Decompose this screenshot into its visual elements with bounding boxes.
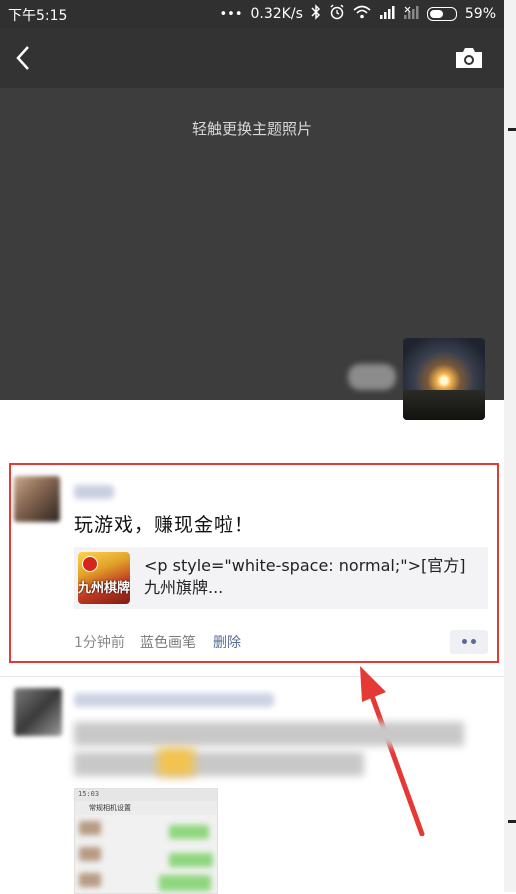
post-time: 1分钟前 [74, 635, 125, 651]
post-image[interactable]: 15:03 常规相机设置 [74, 788, 218, 894]
badge-icon [82, 556, 98, 572]
image-time: 15:03 [78, 790, 100, 798]
post-author-name[interactable] [74, 485, 114, 499]
annotation-arrow [360, 666, 425, 836]
post-text-blurred [74, 752, 364, 776]
chevron-left-icon[interactable] [14, 44, 32, 72]
avatar-horizon [403, 390, 485, 420]
status-time: 下午5:15 [8, 8, 68, 24]
signal-icon [403, 5, 419, 23]
post-text-blurred [74, 722, 464, 746]
image-blur [169, 825, 209, 839]
status-icons: ••• 0.32K/s 59% [219, 4, 496, 24]
screen-edge [504, 0, 516, 892]
image-status-bar: 15:03 [75, 789, 217, 801]
image-blur [79, 873, 101, 887]
battery-percent: 59% [464, 6, 496, 22]
profile-name-blurred [348, 364, 396, 390]
dot-icon [471, 639, 476, 644]
image-blur [159, 875, 211, 891]
image-title-bar: 常规相机设置 [75, 801, 217, 815]
image-blur [79, 821, 101, 835]
more-actions-button[interactable] [450, 630, 488, 654]
wifi-icon [353, 5, 371, 23]
battery-level [429, 10, 443, 18]
more-dots-icon: ••• [219, 6, 243, 22]
delete-button[interactable]: 删除 [213, 632, 241, 652]
status-bar: 下午5:15 ••• 0.32K/s 59% [0, 0, 504, 28]
link-card[interactable]: 九州棋牌 <p style="white-space: normal;">[官方… [74, 547, 488, 609]
post-avatar[interactable] [14, 476, 60, 522]
post-avatar[interactable] [14, 688, 62, 736]
post-text: 玩游戏，赚现金啦！ [74, 514, 255, 536]
image-blur [169, 853, 213, 867]
signal-icon [379, 5, 395, 23]
camera-icon[interactable] [454, 46, 484, 70]
alarm-icon [329, 4, 345, 24]
battery-icon [426, 7, 457, 21]
dot-icon [462, 639, 467, 644]
post-source-label[interactable]: 蓝色画笔 [140, 632, 196, 652]
link-thumbnail: 九州棋牌 [78, 552, 130, 604]
bluetooth-icon [311, 4, 321, 24]
top-nav-bar [0, 28, 504, 88]
emoji-blurred [158, 748, 194, 776]
link-title: <p style="white-space: normal;">[官方]九州旗牌… [144, 556, 466, 597]
post-author-name[interactable] [74, 693, 274, 707]
profile-avatar[interactable] [403, 338, 485, 420]
thumbnail-label: 九州棋牌 [78, 581, 130, 596]
network-speed: 0.32K/s [250, 6, 303, 22]
cover-hint-text: 轻触更换主题照片 [191, 120, 312, 138]
image-blur [79, 847, 101, 861]
image-title: 常规相机设置 [89, 804, 131, 812]
